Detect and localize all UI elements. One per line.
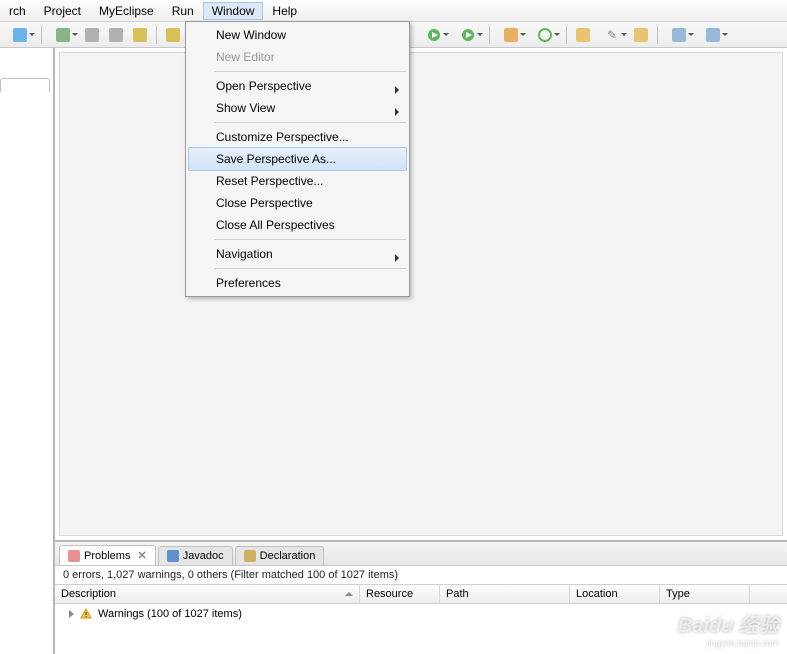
menu-window[interactable]: Window [203,2,264,20]
menu-separator [214,122,406,123]
menu-help[interactable]: Help [263,2,306,20]
col-type[interactable]: Type [660,585,750,603]
bottom-panel: Problems ✕ Javadoc Declaration 0 errors, 1,… [55,540,787,654]
tool-btn-2[interactable] [47,24,79,46]
menu-item-navigation[interactable]: Navigation [188,243,407,265]
tool-btn-3[interactable] [81,24,103,46]
menu-item-customize-perspective[interactable]: Customize Perspective... [188,126,407,148]
menu-separator [214,71,406,72]
menu-item-reset-perspective[interactable]: Reset Perspective... [188,170,407,192]
run-ext-button[interactable] [452,24,484,46]
table-row[interactable]: Warnings (100 of 1027 items) [55,604,787,624]
menu-separator [214,268,406,269]
tab-label: Javadoc [183,550,224,562]
toolbar-separator [657,26,658,44]
warning-icon [80,608,92,620]
toolbar-separator [156,26,157,44]
editor-area [59,52,783,536]
window-menu-popup: New WindowNew Editor Open PerspectiveShow… [185,21,410,297]
warning-row-label: Warnings (100 of 1027 items) [98,608,242,620]
menubar: rchProjectMyEclipseRunWindowHelp [0,0,787,22]
tool-btn-search[interactable]: ✎ [596,24,628,46]
toolbar-separator [41,26,42,44]
tab-declaration[interactable]: Declaration [235,546,325,565]
toolbar-separator [489,26,490,44]
bottom-tab-row: Problems ✕ Javadoc Declaration [55,542,787,566]
problems-status: 0 errors, 1,027 warnings, 0 others (Filt… [55,566,787,584]
menu-myeclipse[interactable]: MyEclipse [90,2,163,20]
menu-item-new-editor: New Editor [188,46,407,68]
menu-item-open-perspective[interactable]: Open Perspective [188,75,407,97]
col-description[interactable]: Description [55,585,360,603]
tool-btn-green[interactable] [529,24,561,46]
tab-label: Declaration [260,550,316,562]
close-icon[interactable]: ✕ [137,549,146,562]
col-resource[interactable]: Resource [360,585,440,603]
menu-rch[interactable]: rch [0,2,35,20]
left-pane [0,48,55,654]
col-path[interactable]: Path [440,585,570,603]
menu-item-preferences[interactable]: Preferences [188,272,407,294]
tool-btn-new[interactable] [495,24,527,46]
run-button[interactable] [418,24,450,46]
tool-btn-cfg2[interactable] [697,24,729,46]
menu-item-show-view[interactable]: Show View [188,97,407,119]
tab-problems[interactable]: Problems ✕ [59,545,156,565]
tool-btn-folder1[interactable] [572,24,594,46]
menu-item-close-perspective[interactable]: Close Perspective [188,192,407,214]
tab-javadoc[interactable]: Javadoc [158,546,233,565]
tool-btn-6[interactable] [162,24,184,46]
menu-item-close-all-perspectives[interactable]: Close All Perspectives [188,214,407,236]
tool-btn-4[interactable] [105,24,127,46]
problems-icon [68,550,80,562]
menu-run[interactable]: Run [163,2,203,20]
menu-item-new-window[interactable]: New Window [188,24,407,46]
javadoc-icon [167,550,179,562]
tool-btn-5[interactable] [129,24,151,46]
expand-icon[interactable] [69,610,74,618]
problems-table-header: DescriptionResourcePathLocationType [55,584,787,604]
toolbar-separator [566,26,567,44]
tab-label: Problems [84,550,130,562]
menu-item-save-perspective-as[interactable]: Save Perspective As... [188,147,407,171]
tool-btn-folder2[interactable] [630,24,652,46]
left-pane-tab[interactable] [0,78,50,92]
menu-project[interactable]: Project [35,2,90,20]
menu-separator [214,239,406,240]
declaration-icon [244,550,256,562]
col-location[interactable]: Location [570,585,660,603]
tool-btn-1[interactable] [4,24,36,46]
tool-btn-cfg1[interactable] [663,24,695,46]
